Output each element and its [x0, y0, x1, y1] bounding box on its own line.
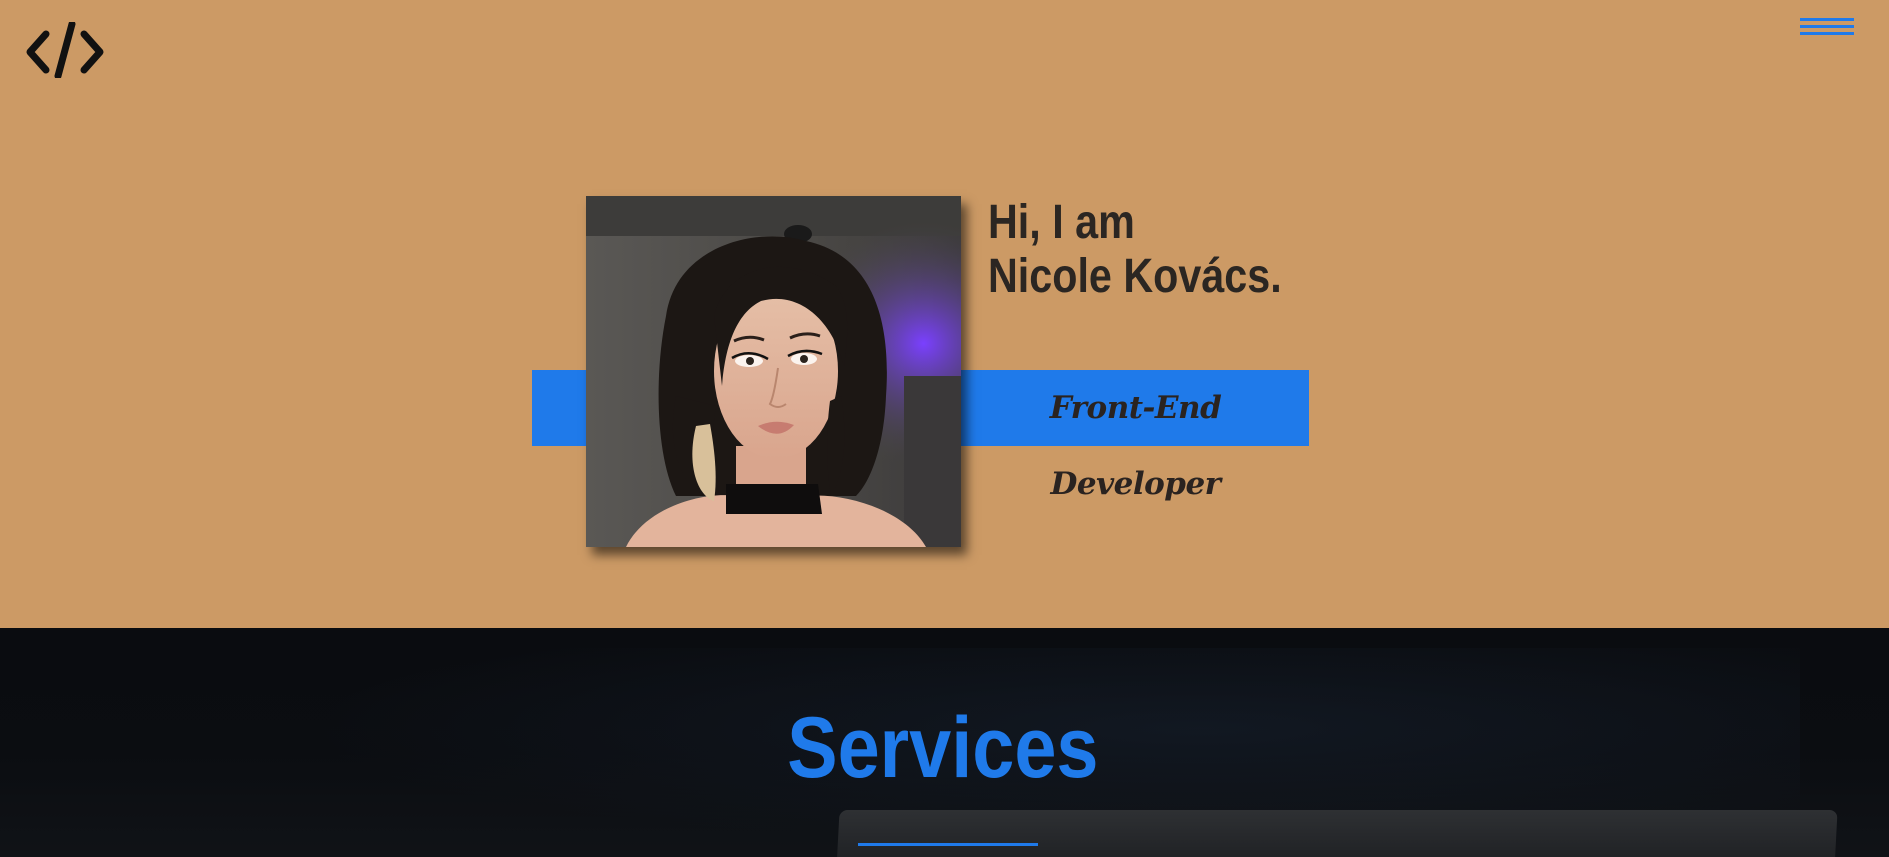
profile-photo [586, 196, 961, 547]
services-underline [858, 843, 1038, 846]
code-brackets-icon[interactable] [26, 20, 104, 80]
greeting-heading: Hi, I am Nicole Kovács. [988, 196, 1282, 304]
menu-bar [1800, 18, 1854, 21]
laptop-image [836, 810, 1838, 857]
menu-bar [1800, 25, 1854, 28]
menu-bar [1800, 32, 1854, 35]
greeting-line-1: Hi, I am [988, 196, 1135, 249]
hero-section: Front-End Developer Hi, I am Nicole Ková… [0, 0, 1889, 628]
hamburger-menu-icon[interactable] [1796, 14, 1856, 44]
role-title: Front-End Developer [1049, 390, 1222, 502]
greeting-name: Nicole Kovács. [988, 250, 1282, 303]
services-heading: Services [787, 700, 1099, 796]
